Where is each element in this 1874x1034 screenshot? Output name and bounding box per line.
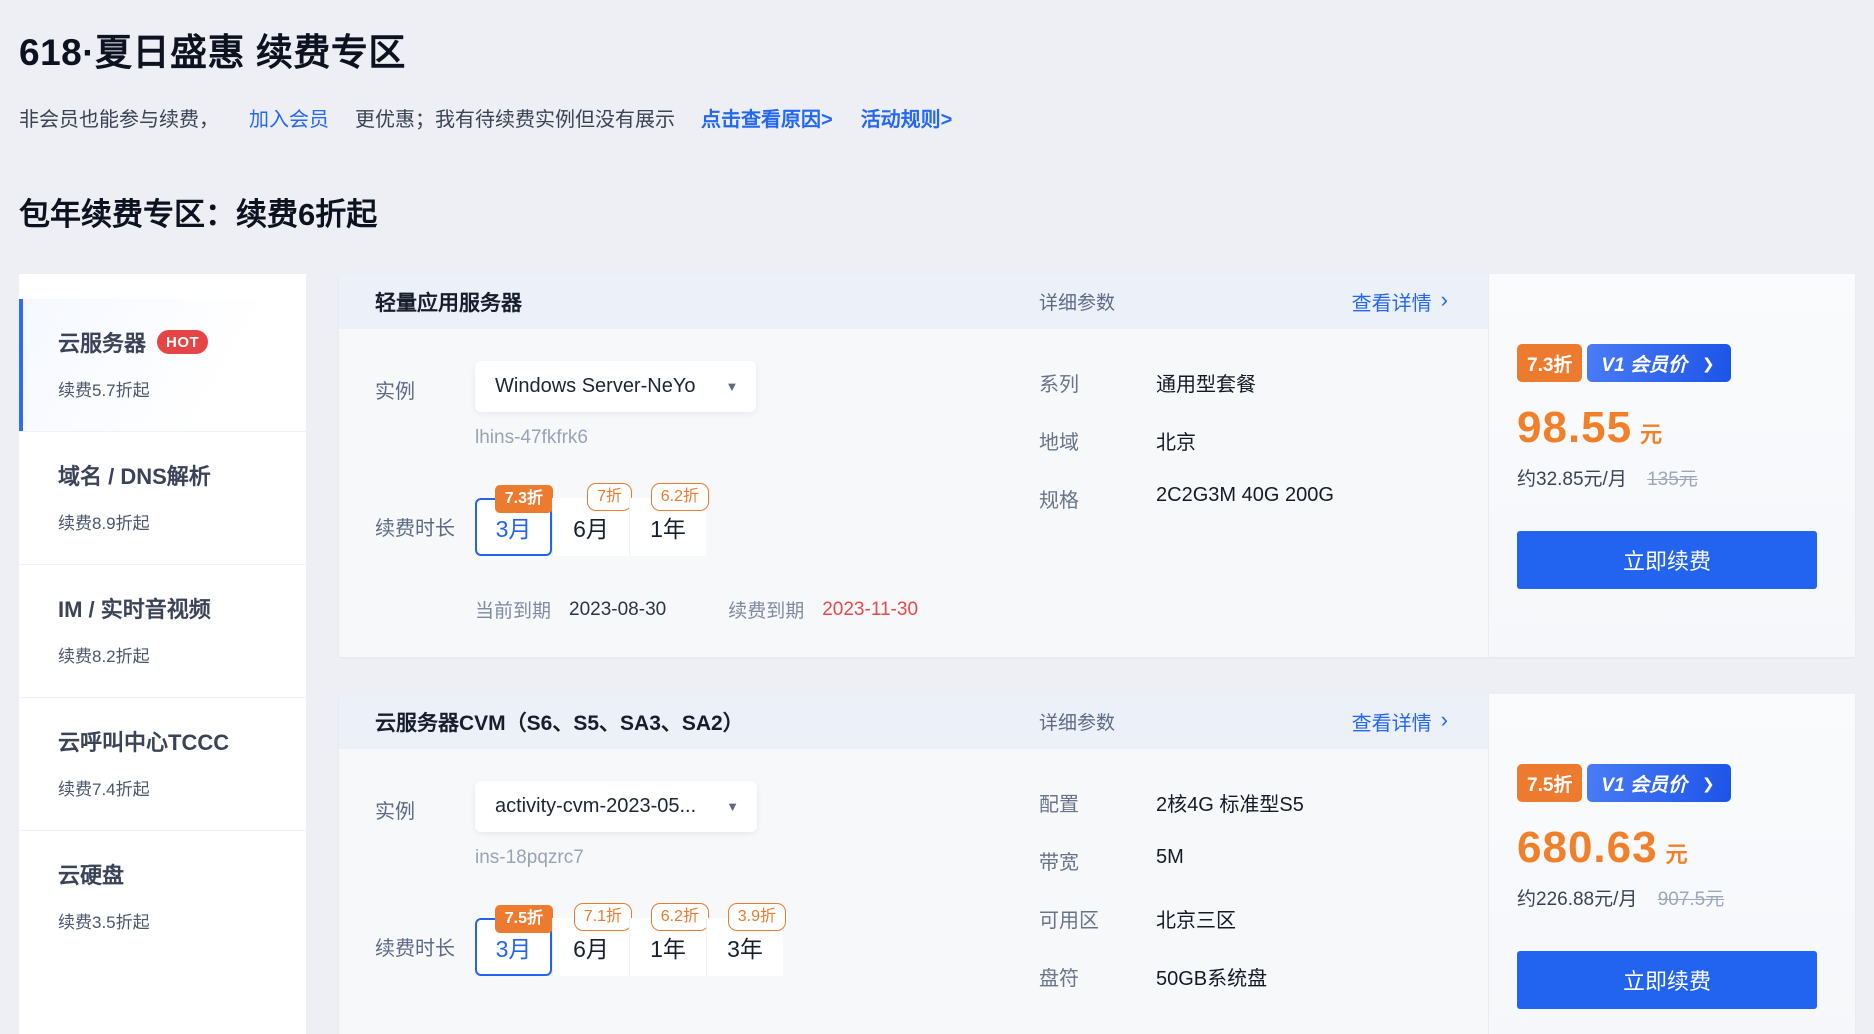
product-card-lighthouse: 轻量应用服务器 详细参数 查看详情 › 实例	[339, 274, 1855, 657]
duration-tabs: 7.3折 3月 7折 6月	[475, 481, 706, 556]
discount-tag: 7.5折	[1517, 764, 1582, 802]
price-amount: 680.63	[1517, 823, 1658, 873]
instance-id: ins-18pqzrc7	[475, 847, 757, 869]
monthly-price: 约226.88元/月	[1517, 889, 1637, 910]
renew-expire-label: 续费到期	[728, 596, 804, 623]
expire-dates: 当前到期 2023-08-30 续费到期 2023-11-30	[475, 596, 1039, 623]
price-unit: 元	[1666, 837, 1688, 869]
renewal-page: 618·夏日盛惠 续费专区 非会员也能参与续费， 加入会员 更优惠；我有待续费实…	[0, 0, 1874, 1034]
current-expire-date: 2023-08-30	[569, 599, 666, 621]
renew-now-button[interactable]: 立即续费	[1517, 951, 1817, 1009]
original-price: 907.5元	[1658, 889, 1725, 910]
spec-row: 带宽 5M	[1039, 846, 1488, 875]
vip-price-pill[interactable]: V1 会员价 ❯	[1587, 764, 1730, 802]
sidebar-item-discount: 续费5.7折起	[58, 376, 288, 401]
spec-row: 盘符 50GB系统盘	[1039, 962, 1488, 991]
main-area: 云服务器 HOT 续费5.7折起 域名 / DNS解析 续费8.9折起 I	[19, 274, 1855, 1034]
discount-badge: 6.2折	[651, 483, 709, 511]
duration-tab[interactable]: 6.2折 1年	[629, 498, 706, 556]
hot-badge: HOT	[157, 330, 208, 354]
subtitle-middle: 更优惠；我有待续费实例但没有展示	[355, 103, 675, 132]
spec-row: 地域 北京	[1039, 426, 1488, 455]
price-unit: 元	[1640, 417, 1662, 449]
sidebar-item[interactable]: 云服务器 HOT 续费5.7折起	[19, 299, 306, 432]
duration-tab[interactable]: 3.9折 3年	[706, 918, 783, 976]
duration-tab[interactable]: 7.1折 6月	[552, 918, 629, 976]
chevron-down-icon: ▼	[726, 799, 739, 814]
view-detail-link[interactable]: 查看详情 ›	[1352, 287, 1448, 316]
view-detail-link[interactable]: 查看详情 ›	[1352, 707, 1448, 736]
page-subtitle: 非会员也能参与续费， 加入会员 更优惠；我有待续费实例但没有展示 点击查看原因>…	[19, 103, 1855, 132]
spec-list: 系列 通用型套餐 地域 北京 规格	[1039, 361, 1488, 623]
duration-tab[interactable]: 7折 6月	[552, 498, 629, 556]
page-title: 618·夏日盛惠 续费专区	[19, 22, 1855, 76]
view-reason-link[interactable]: 点击查看原因>	[701, 103, 833, 132]
discount-badge: 6.2折	[651, 903, 709, 931]
discount-badge: 7.1折	[574, 903, 632, 931]
sidebar-item-label: IM / 实时音视频	[58, 592, 211, 624]
sidebar-item-label: 云硬盘	[58, 858, 124, 890]
renew-now-button[interactable]: 立即续费	[1517, 531, 1817, 589]
card-header: 轻量应用服务器 详细参数 查看详情 ›	[339, 274, 1488, 329]
duration-label: 续费时长	[375, 901, 475, 976]
sidebar-item[interactable]: IM / 实时音视频 续费8.2折起	[19, 565, 306, 698]
duration-tab[interactable]: 6.2折 1年	[629, 918, 706, 976]
vip-price-pill[interactable]: V1 会员价 ❯	[1587, 344, 1730, 382]
duration-tab[interactable]: 7.5折 3月	[475, 918, 552, 976]
page-header: 618·夏日盛惠 续费专区 非会员也能参与续费， 加入会员 更优惠；我有待续费实…	[19, 22, 1855, 234]
chevron-right-icon: ›	[1441, 709, 1448, 734]
discount-tag: 7.3折	[1517, 344, 1582, 382]
card-title: 轻量应用服务器	[375, 287, 1039, 317]
card-list: 轻量应用服务器 详细参数 查看详情 › 实例	[339, 274, 1855, 1034]
join-member-link[interactable]: 加入会员	[249, 103, 329, 132]
sidebar-item-discount: 续费8.9折起	[58, 509, 288, 534]
category-sidebar: 云服务器 HOT 续费5.7折起 域名 / DNS解析 续费8.9折起 I	[19, 274, 306, 1034]
section-title: 包年续费专区：续费6折起	[19, 189, 1855, 234]
price-amount: 98.55	[1517, 403, 1632, 453]
sidebar-item[interactable]: 域名 / DNS解析 续费8.9折起	[19, 432, 306, 565]
discount-badge: 3.9折	[728, 903, 786, 931]
spec-list: 配置 2核4G 标准型S5 带宽 5M 可用区	[1039, 781, 1488, 1020]
sidebar-item-label: 云呼叫中心TCCC	[58, 725, 229, 757]
current-expire-label: 当前到期	[475, 596, 551, 623]
price-panel: 7.3折 V1 会员价 ❯ 98.55 元 约32.85元/月 135元	[1488, 274, 1855, 657]
instance-select[interactable]: Windows Server-NeYo ▼	[475, 361, 756, 412]
discount-badge: 7.5折	[495, 905, 553, 933]
chevron-right-icon: ❯	[1702, 355, 1715, 373]
activity-rules-link[interactable]: 活动规则>	[861, 103, 953, 132]
duration-tab[interactable]: 7.3折 3月	[475, 498, 552, 556]
chevron-down-icon: ▼	[725, 379, 738, 394]
sidebar-item[interactable]: 云呼叫中心TCCC 续费7.4折起	[19, 698, 306, 831]
discount-badge: 7折	[587, 483, 632, 511]
original-price: 135元	[1647, 469, 1698, 490]
sidebar-item-discount: 续费3.5折起	[58, 908, 288, 933]
product-card-cvm: 云服务器CVM（S6、S5、SA3、SA2） 详细参数 查看详情 › 实例	[339, 694, 1855, 1034]
spec-row: 配置 2核4G 标准型S5	[1039, 788, 1488, 817]
instance-label: 实例	[375, 361, 475, 449]
instance-id: lhins-47fkfrk6	[475, 427, 756, 449]
sidebar-item-discount: 续费7.4折起	[58, 775, 288, 800]
chevron-right-icon: ❯	[1702, 775, 1715, 793]
monthly-price: 约32.85元/月	[1517, 469, 1627, 490]
chevron-right-icon: ›	[1441, 289, 1448, 314]
instance-label: 实例	[375, 781, 475, 869]
sidebar-item[interactable]: 云硬盘 续费3.5折起	[19, 831, 306, 963]
subtitle-prefix: 非会员也能参与续费，	[19, 103, 219, 132]
sidebar-item-discount: 续费8.2折起	[58, 642, 288, 667]
price-panel: 7.5折 V1 会员价 ❯ 680.63 元 约226.88元/月 907.5元	[1488, 694, 1855, 1034]
sidebar-item-label: 云服务器	[58, 326, 146, 358]
spec-row: 系列 通用型套餐	[1039, 368, 1488, 397]
sidebar-item-label: 域名 / DNS解析	[58, 459, 211, 491]
renew-expire-date: 2023-11-30	[822, 599, 918, 621]
card-title: 云服务器CVM（S6、S5、SA3、SA2）	[375, 707, 1039, 737]
spec-row: 可用区 北京三区	[1039, 904, 1488, 933]
duration-tabs: 7.5折 3月 7.1折 6月	[475, 901, 783, 976]
card-header: 云服务器CVM（S6、S5、SA3、SA2） 详细参数 查看详情 ›	[339, 694, 1488, 749]
discount-badge: 7.3折	[495, 485, 553, 513]
spec-row: 规格 2C2G3M 40G 200G	[1039, 484, 1488, 513]
duration-label: 续费时长	[375, 481, 475, 556]
params-label: 详细参数	[1039, 288, 1115, 315]
instance-select[interactable]: activity-cvm-2023-05... ▼	[475, 781, 757, 832]
params-label: 详细参数	[1039, 708, 1115, 735]
